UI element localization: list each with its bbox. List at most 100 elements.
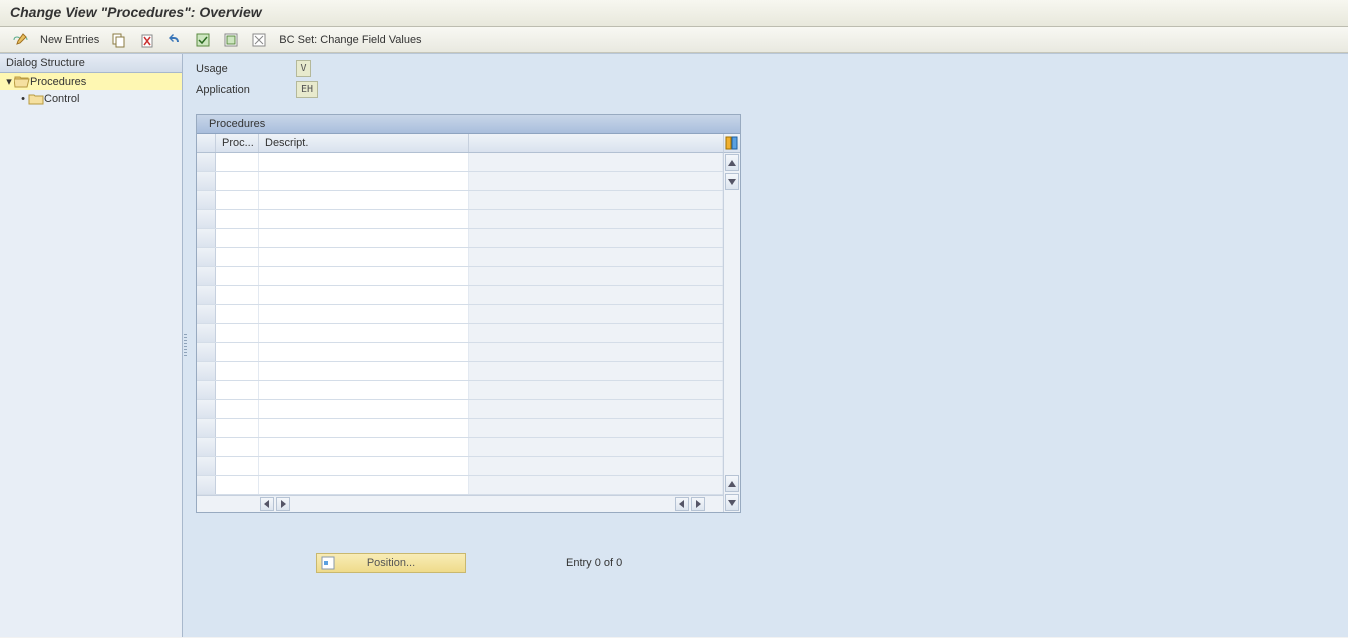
row-selector[interactable] <box>197 153 216 171</box>
select-all-button[interactable] <box>191 31 215 49</box>
cell-proc[interactable] <box>216 419 259 437</box>
undo-button[interactable] <box>163 31 187 49</box>
column-header-proc[interactable]: Proc... <box>216 134 259 152</box>
cell-proc[interactable] <box>216 324 259 342</box>
table-settings-button[interactable] <box>723 134 740 153</box>
row-selector[interactable] <box>197 381 216 399</box>
row-selector[interactable] <box>197 267 216 285</box>
other-view-button[interactable] <box>8 31 32 49</box>
cell-proc[interactable] <box>216 267 259 285</box>
cell-proc[interactable] <box>216 229 259 247</box>
row-selector[interactable] <box>197 362 216 380</box>
row-selector[interactable] <box>197 172 216 190</box>
cell-proc[interactable] <box>216 172 259 190</box>
cell-descript[interactable] <box>259 343 469 361</box>
scroll-down-button[interactable] <box>725 173 739 190</box>
cell-proc[interactable] <box>216 191 259 209</box>
cell-descript[interactable] <box>259 305 469 323</box>
cell-descript[interactable] <box>259 191 469 209</box>
table-row[interactable] <box>197 438 723 457</box>
cell-descript[interactable] <box>259 400 469 418</box>
table-row[interactable] <box>197 267 723 286</box>
table-row[interactable] <box>197 248 723 267</box>
table-row[interactable] <box>197 457 723 476</box>
select-block-button[interactable] <box>219 31 243 49</box>
deselect-all-button[interactable] <box>247 31 271 49</box>
cell-proc[interactable] <box>216 476 259 494</box>
scroll-right-end-button[interactable] <box>691 497 705 511</box>
row-selector-header[interactable] <box>197 134 216 152</box>
copy-as-button[interactable] <box>107 31 131 49</box>
table-row[interactable] <box>197 476 723 495</box>
scroll-left-button[interactable] <box>260 497 274 511</box>
tree-node-control[interactable]: • Control <box>0 90 182 107</box>
cell-descript[interactable] <box>259 457 469 475</box>
table-row[interactable] <box>197 362 723 381</box>
cell-descript[interactable] <box>259 381 469 399</box>
column-header-descript[interactable]: Descript. <box>259 134 469 152</box>
cell-descript[interactable] <box>259 362 469 380</box>
cell-proc[interactable] <box>216 343 259 361</box>
cell-descript[interactable] <box>259 324 469 342</box>
cell-proc[interactable] <box>216 210 259 228</box>
row-selector[interactable] <box>197 191 216 209</box>
row-selector[interactable] <box>197 229 216 247</box>
table-row[interactable] <box>197 343 723 362</box>
application-value[interactable]: EH <box>296 81 318 98</box>
table-row[interactable] <box>197 229 723 248</box>
cell-proc[interactable] <box>216 400 259 418</box>
row-selector[interactable] <box>197 305 216 323</box>
delete-button[interactable] <box>135 31 159 49</box>
table-row[interactable] <box>197 419 723 438</box>
scroll-right-button[interactable] <box>276 497 290 511</box>
table-row[interactable] <box>197 286 723 305</box>
cell-proc[interactable] <box>216 153 259 171</box>
table-row[interactable] <box>197 172 723 191</box>
table-row[interactable] <box>197 305 723 324</box>
new-entries-button[interactable]: New Entries <box>36 31 103 49</box>
position-button[interactable]: Position... <box>316 553 466 573</box>
scroll-left-end-button[interactable] <box>675 497 689 511</box>
cell-descript[interactable] <box>259 153 469 171</box>
row-selector[interactable] <box>197 457 216 475</box>
row-selector[interactable] <box>197 324 216 342</box>
row-selector[interactable] <box>197 438 216 456</box>
cell-proc[interactable] <box>216 286 259 304</box>
row-selector[interactable] <box>197 400 216 418</box>
scroll-down-end-button[interactable] <box>725 494 739 511</box>
usage-value[interactable]: V <box>296 60 311 77</box>
scroll-up-button[interactable] <box>725 154 739 171</box>
table-row[interactable] <box>197 381 723 400</box>
collapse-icon[interactable]: ▾ <box>4 75 14 88</box>
table-row[interactable] <box>197 210 723 229</box>
table-row[interactable] <box>197 191 723 210</box>
row-selector[interactable] <box>197 343 216 361</box>
cell-descript[interactable] <box>259 248 469 266</box>
cell-proc[interactable] <box>216 305 259 323</box>
tree-node-procedures[interactable]: ▾ Procedures <box>0 73 182 90</box>
cell-descript[interactable] <box>259 476 469 494</box>
scroll-up-end-button[interactable] <box>725 475 739 492</box>
cell-descript[interactable] <box>259 210 469 228</box>
table-row[interactable] <box>197 153 723 172</box>
cell-proc[interactable] <box>216 438 259 456</box>
cell-proc[interactable] <box>216 381 259 399</box>
row-selector[interactable] <box>197 210 216 228</box>
cell-proc[interactable] <box>216 248 259 266</box>
cell-descript[interactable] <box>259 286 469 304</box>
table-row[interactable] <box>197 400 723 419</box>
row-selector[interactable] <box>197 248 216 266</box>
cell-descript[interactable] <box>259 419 469 437</box>
dialog-structure-panel: Dialog Structure ▾ Procedures • Control <box>0 54 183 637</box>
cell-proc[interactable] <box>216 362 259 380</box>
bc-set-button[interactable]: BC Set: Change Field Values <box>275 31 425 49</box>
cell-descript[interactable] <box>259 229 469 247</box>
cell-descript[interactable] <box>259 267 469 285</box>
row-selector[interactable] <box>197 419 216 437</box>
cell-proc[interactable] <box>216 457 259 475</box>
row-selector[interactable] <box>197 476 216 494</box>
row-selector[interactable] <box>197 286 216 304</box>
cell-descript[interactable] <box>259 438 469 456</box>
table-row[interactable] <box>197 324 723 343</box>
cell-descript[interactable] <box>259 172 469 190</box>
